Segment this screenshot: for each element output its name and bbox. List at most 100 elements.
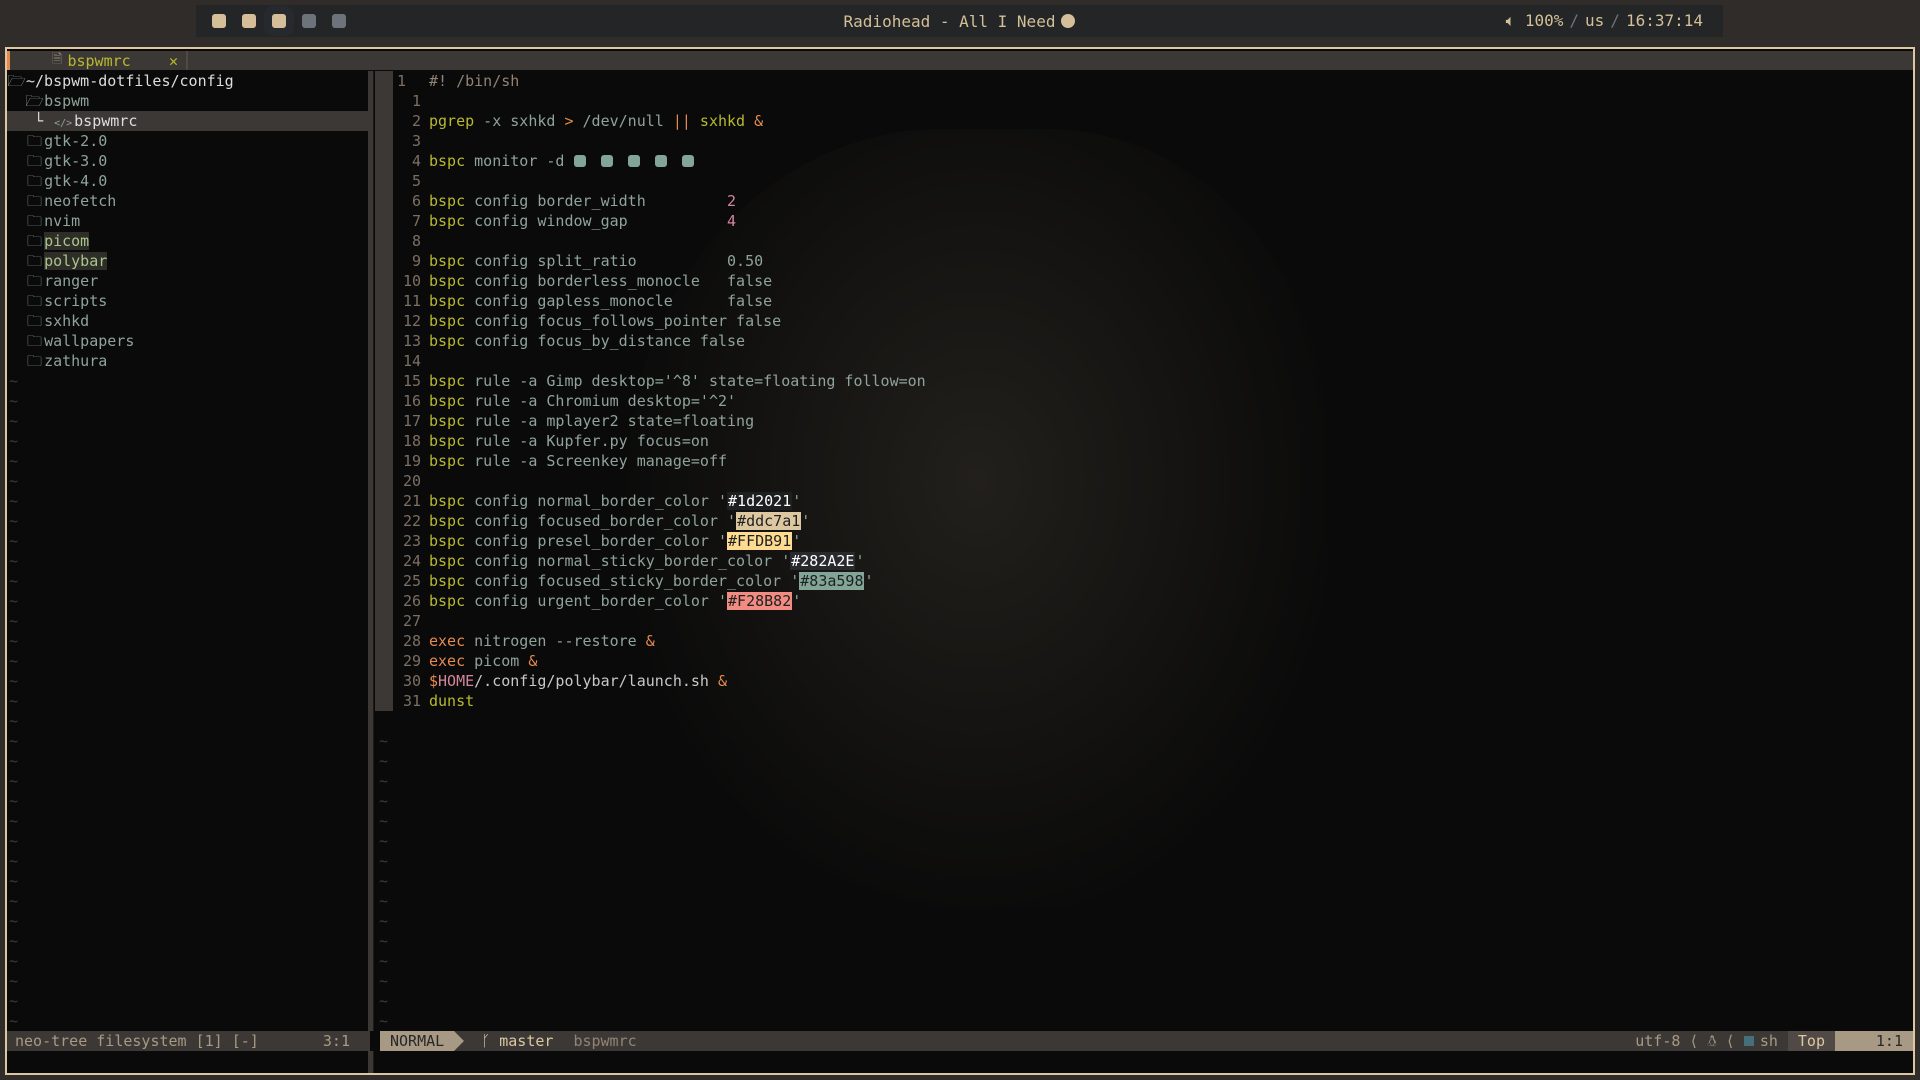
line-number: 1 xyxy=(411,92,421,110)
code-token: bspc xyxy=(429,312,466,330)
folder-icon: 🗀︎ xyxy=(27,332,43,350)
code-token: #! /bin/sh xyxy=(429,72,520,90)
code-token: bspc xyxy=(429,252,466,270)
code-line: 11 bspc config gapless_monocle false xyxy=(393,291,1913,311)
tree-item[interactable]: 🗀︎ scripts xyxy=(7,291,368,311)
tree-item[interactable]: └ </> bspwmrc xyxy=(7,111,368,131)
tree-item-label: bspwm xyxy=(44,92,90,110)
code-token: config normal_border_color ' xyxy=(465,492,728,510)
git-branch: ᚴ master xyxy=(454,1031,563,1051)
line-number: 13 xyxy=(402,332,421,350)
close-icon[interactable]: ✕ xyxy=(169,52,178,70)
line-number: 30 xyxy=(402,672,421,690)
empty-line-marker: ~ xyxy=(9,952,19,970)
empty-line-marker: ~ xyxy=(379,792,389,810)
code-token: & xyxy=(645,632,655,650)
empty-line-marker: ~ xyxy=(9,372,19,390)
tree-item[interactable]: 🗀︎ gtk-3.0 xyxy=(7,151,368,171)
code-token: bspc xyxy=(429,512,466,530)
line-number: 10 xyxy=(402,272,421,290)
code-token: config presel_border_color ' xyxy=(465,532,728,550)
empty-line-marker: ~ xyxy=(379,992,389,1010)
tree-item[interactable]: 🗀︎ nvim xyxy=(7,211,368,231)
folder-icon: 🗀︎ xyxy=(27,312,43,330)
file-icon: 🗎︎ xyxy=(52,51,63,67)
tree-item[interactable]: 🗀︎ gtk-2.0 xyxy=(7,131,368,151)
code-token: ' xyxy=(792,592,802,610)
now-playing[interactable]: Radiohead - All I Need xyxy=(196,12,1723,31)
tree-root-label: ~/bspwm-dotfiles/config xyxy=(26,72,234,90)
tree-item[interactable]: 🗀︎ wallpapers xyxy=(7,331,368,351)
tree-root[interactable]: 🗁︎~/bspwm-dotfiles/config xyxy=(7,71,368,91)
empty-line-marker: ~ xyxy=(9,832,19,850)
tree-item-label: sxhkd xyxy=(44,312,90,330)
keyboard-layout[interactable]: us xyxy=(1585,11,1604,30)
workspace-icon xyxy=(600,155,613,167)
code-token: bspc xyxy=(429,592,466,610)
empty-line-marker: ~ xyxy=(9,432,19,450)
empty-line-marker: ~ xyxy=(9,912,19,930)
folder-icon: 🗀︎ xyxy=(27,172,43,190)
code-token: & xyxy=(718,672,728,690)
tree-item[interactable]: 🗁︎bspwm xyxy=(7,91,368,111)
code-token: monitor -d xyxy=(465,152,574,170)
separator: / xyxy=(1610,11,1620,30)
code-token: config urgent_border_color ' xyxy=(465,592,728,610)
code-line: 24 bspc config normal_sticky_border_color… xyxy=(393,551,1913,571)
tree-item[interactable]: 🗀︎ polybar xyxy=(7,251,368,271)
code-token: ' xyxy=(792,532,802,550)
code-line: 26 bspc config urgent_border_color '#F28B… xyxy=(393,591,1913,611)
scroll-position: Top xyxy=(1787,1031,1835,1051)
code-line: 14 xyxy=(393,351,1913,371)
code-line: 17 bspc rule -a mplayer2 state=floating xyxy=(393,411,1913,431)
tree-item-label: ranger xyxy=(44,272,99,290)
empty-line-marker: ~ xyxy=(379,872,389,890)
workspace-icon xyxy=(573,155,586,167)
tree-item-label: gtk-4.0 xyxy=(44,172,108,190)
code-token: bspc xyxy=(429,412,466,430)
tree-item[interactable]: 🗀︎ neofetch xyxy=(7,191,368,211)
tree-item-label: scripts xyxy=(44,292,108,310)
code-token: bspc xyxy=(429,372,466,390)
code-token: ' xyxy=(801,512,811,530)
empty-line-marker: ~ xyxy=(379,832,389,850)
empty-line-marker: ~ xyxy=(9,992,19,1010)
tree-item-label: polybar xyxy=(44,252,108,270)
empty-line-marker: ~ xyxy=(9,412,19,430)
clock: 16:37:14 xyxy=(1625,11,1703,30)
code-token: bspc xyxy=(429,552,466,570)
empty-line-marker: ~ xyxy=(9,812,19,830)
window-separator[interactable] xyxy=(368,71,374,1073)
empty-line-marker: ~ xyxy=(9,632,19,650)
encoding-label: utf-8 xyxy=(1635,1032,1681,1050)
tree-item[interactable]: 🗀︎ picom xyxy=(7,231,368,251)
tree-item[interactable]: 🗀︎ ranger xyxy=(7,271,368,291)
line-number: 3 xyxy=(411,132,421,150)
line-number: 12 xyxy=(402,312,421,330)
cursor-position: 1:1 xyxy=(1835,1031,1913,1051)
code-token: config window_gap xyxy=(465,212,728,230)
buffer-tabline: 🗎︎ bspwmrc ✕ xyxy=(7,51,1913,70)
line-number: 21 xyxy=(402,492,421,510)
tree-item-label: picom xyxy=(44,232,90,250)
code-line: 16 bspc rule -a Chromium desktop='^2' xyxy=(393,391,1913,411)
code-token: nitrogen --restore xyxy=(465,632,646,650)
code-token: /dev/null xyxy=(573,112,673,130)
tree-item[interactable]: 🗀︎ gtk-4.0 xyxy=(7,171,368,191)
line-number: 18 xyxy=(402,432,421,450)
code-token: rule -a Kupfer.py focus=on xyxy=(465,432,709,450)
volume[interactable]: 100% xyxy=(1525,11,1564,30)
color-value: #83a598 xyxy=(799,572,865,590)
volume-icon[interactable]: 🔈︎ xyxy=(1506,11,1516,30)
code-line: 23 bspc config presel_border_color '#FFDB… xyxy=(393,531,1913,551)
code-editor[interactable]: 1 #! /bin/sh 1 2 pgrep -x sxhkd > /dev/null … xyxy=(393,71,1913,711)
code-token: config normal_sticky_border_color ' xyxy=(465,552,791,570)
code-line: 20 xyxy=(393,471,1913,491)
code-token: $ xyxy=(429,672,439,690)
line-number: 1 xyxy=(397,72,407,90)
tree-item[interactable]: 🗀︎ sxhkd xyxy=(7,311,368,331)
terminal-icon xyxy=(1743,1036,1754,1046)
tab-bspwmrc[interactable]: 🗎︎ bspwmrc ✕ xyxy=(7,51,188,70)
empty-line-marker: ~ xyxy=(9,652,19,670)
tree-item[interactable]: 🗀︎ zathura xyxy=(7,351,368,371)
